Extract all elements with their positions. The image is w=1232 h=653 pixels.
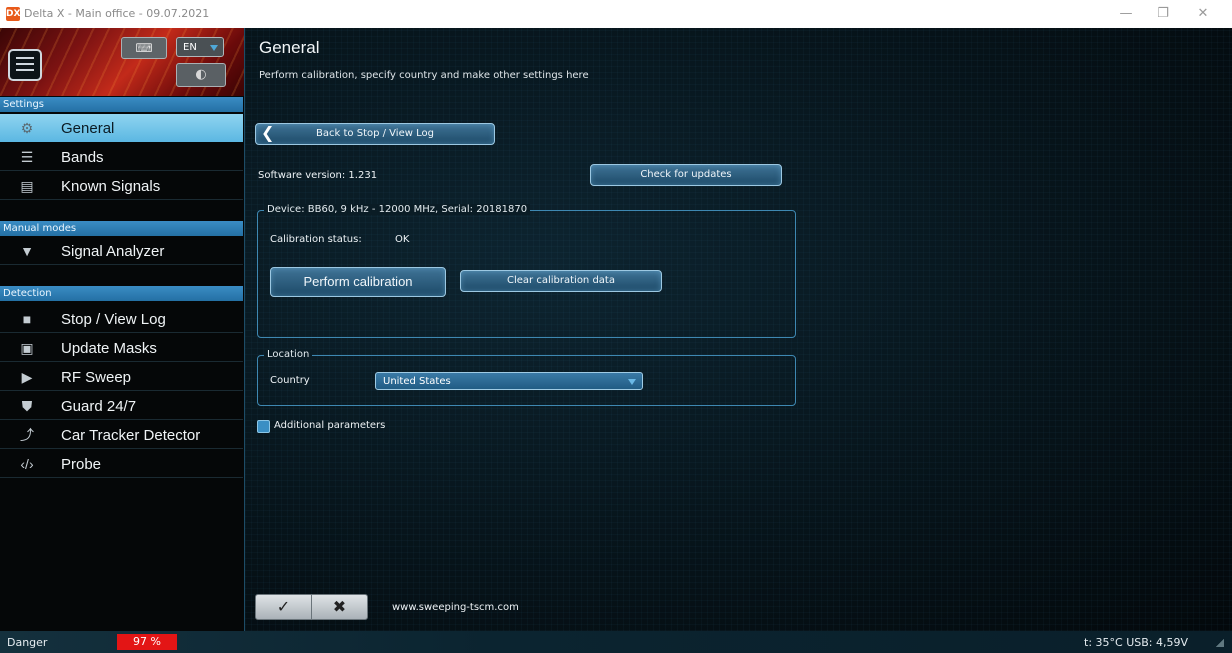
sidebar-item-bands[interactable]: ☰ Bands bbox=[0, 143, 243, 171]
ok-button[interactable]: ✓ bbox=[255, 594, 312, 620]
sidebar-item-update-masks[interactable]: ▣ Update Masks bbox=[0, 334, 243, 362]
section-header-detection: Detection bbox=[0, 286, 243, 301]
dropdown-arrow-icon bbox=[628, 379, 636, 385]
sidebar-item-signal-analyzer[interactable]: ▼ Signal Analyzer bbox=[0, 237, 243, 265]
chevron-left-icon: ❮ bbox=[261, 123, 275, 142]
device-status-readout: t: 35°C USB: 4,59V bbox=[1084, 636, 1188, 649]
signal-icon: ▼ bbox=[20, 243, 34, 259]
sidebar-item-label: General bbox=[61, 120, 115, 137]
device-group-legend: Device: BB60, 9 kHz - 12000 MHz, Serial:… bbox=[264, 204, 531, 215]
danger-label: Danger bbox=[7, 636, 48, 649]
resize-grip-icon[interactable] bbox=[1216, 639, 1224, 647]
shield-icon: ⛊ bbox=[21, 398, 33, 414]
sidebar-item-label: Guard 24/7 bbox=[61, 398, 137, 415]
sidebar-item-label: Update Masks bbox=[61, 340, 157, 357]
dropdown-arrow-icon bbox=[210, 45, 218, 51]
back-button-label: Back to Stop / View Log bbox=[316, 128, 434, 139]
sidebar-item-probe[interactable]: ‹/› Probe bbox=[0, 450, 243, 478]
menu-line-icon bbox=[16, 57, 34, 59]
theme-toggle-button[interactable]: ◐ bbox=[176, 63, 226, 87]
perform-calibration-button[interactable]: Perform calibration bbox=[270, 267, 446, 297]
hamburger-menu-button[interactable] bbox=[8, 49, 42, 81]
window-title: Delta X - Main office - 09.07.2021 bbox=[24, 7, 210, 20]
code-icon: ‹/› bbox=[20, 456, 34, 472]
sidebar-item-car-tracker-detector[interactable]: ⤴ Car Tracker Detector bbox=[0, 421, 243, 449]
trend-icon: ⤴ bbox=[20, 427, 34, 443]
check-updates-button[interactable]: Check for updates bbox=[590, 164, 782, 186]
sidebar-item-label: Signal Analyzer bbox=[61, 243, 165, 260]
window-title-bar: DX Delta X - Main office - 09.07.2021 — … bbox=[0, 0, 1232, 29]
sidebar-item-label: Known Signals bbox=[61, 178, 161, 195]
minimize-button[interactable]: — bbox=[1108, 4, 1144, 24]
cancel-button[interactable]: ✖ bbox=[311, 594, 368, 620]
country-select[interactable]: United States bbox=[375, 372, 643, 390]
maximize-button[interactable]: ❐ bbox=[1145, 4, 1181, 24]
main-panel: General Perform calibration, specify cou… bbox=[245, 28, 1232, 631]
close-button[interactable]: ✕ bbox=[1185, 4, 1221, 24]
website-link[interactable]: www.sweeping-tscm.com bbox=[392, 602, 519, 613]
sidebar-item-label: Probe bbox=[61, 456, 102, 473]
app-logo-icon: DX bbox=[6, 7, 21, 21]
sidebar-item-label: RF Sweep bbox=[61, 369, 132, 386]
sidebar-item-stop-view-log[interactable]: ■ Stop / View Log bbox=[0, 305, 243, 333]
menu-line-icon bbox=[16, 63, 34, 65]
section-header-settings: Settings bbox=[0, 97, 243, 112]
sidebar-item-known-signals[interactable]: ▤ Known Signals bbox=[0, 172, 243, 200]
clear-calibration-button[interactable]: Clear calibration data bbox=[460, 270, 662, 292]
software-version: Software version: 1.231 bbox=[258, 170, 378, 181]
list-icon: ☰ bbox=[20, 149, 34, 165]
sidebar-banner: ⌨ EN ◐ bbox=[0, 28, 244, 96]
calibration-status-value: OK bbox=[395, 234, 410, 245]
language-value: EN bbox=[183, 42, 197, 53]
section-header-manual-modes: Manual modes bbox=[0, 221, 243, 236]
sidebar-item-label: Car Tracker Detector bbox=[61, 427, 201, 444]
sidebar-item-label: Bands bbox=[61, 149, 104, 166]
clipboard-icon: ▤ bbox=[20, 178, 34, 194]
gear-icon: ⚙ bbox=[20, 120, 34, 136]
calibration-status-label: Calibration status: bbox=[270, 234, 362, 245]
country-value: United States bbox=[383, 376, 451, 387]
country-label: Country bbox=[270, 375, 310, 386]
menu-line-icon bbox=[16, 69, 34, 71]
play-icon: ▶ bbox=[21, 369, 33, 385]
keyboard-button[interactable]: ⌨ bbox=[121, 37, 167, 59]
sidebar: ⌨ EN ◐ Settings ⚙ General ☰ Bands ▤ Know… bbox=[0, 28, 245, 631]
page-title: General bbox=[259, 38, 320, 57]
back-button[interactable]: ❮ Back to Stop / View Log bbox=[255, 123, 495, 145]
sidebar-item-label: Stop / View Log bbox=[61, 311, 166, 328]
location-group-legend: Location bbox=[264, 349, 313, 360]
image-icon: ▣ bbox=[20, 340, 34, 356]
additional-parameters-checkbox[interactable] bbox=[257, 420, 270, 433]
danger-level-badge: 97 % bbox=[117, 634, 177, 650]
additional-parameters-label[interactable]: Additional parameters bbox=[274, 420, 385, 431]
page-subtitle: Perform calibration, specify country and… bbox=[259, 70, 589, 81]
sidebar-item-general[interactable]: ⚙ General bbox=[0, 114, 243, 142]
sidebar-item-rf-sweep[interactable]: ▶ RF Sweep bbox=[0, 363, 243, 391]
stop-icon: ■ bbox=[22, 311, 32, 327]
status-bar: Danger 97 % t: 35°C USB: 4,59V bbox=[0, 631, 1232, 653]
language-select[interactable]: EN bbox=[176, 37, 224, 57]
sidebar-item-guard-24-7[interactable]: ⛊ Guard 24/7 bbox=[0, 392, 243, 420]
